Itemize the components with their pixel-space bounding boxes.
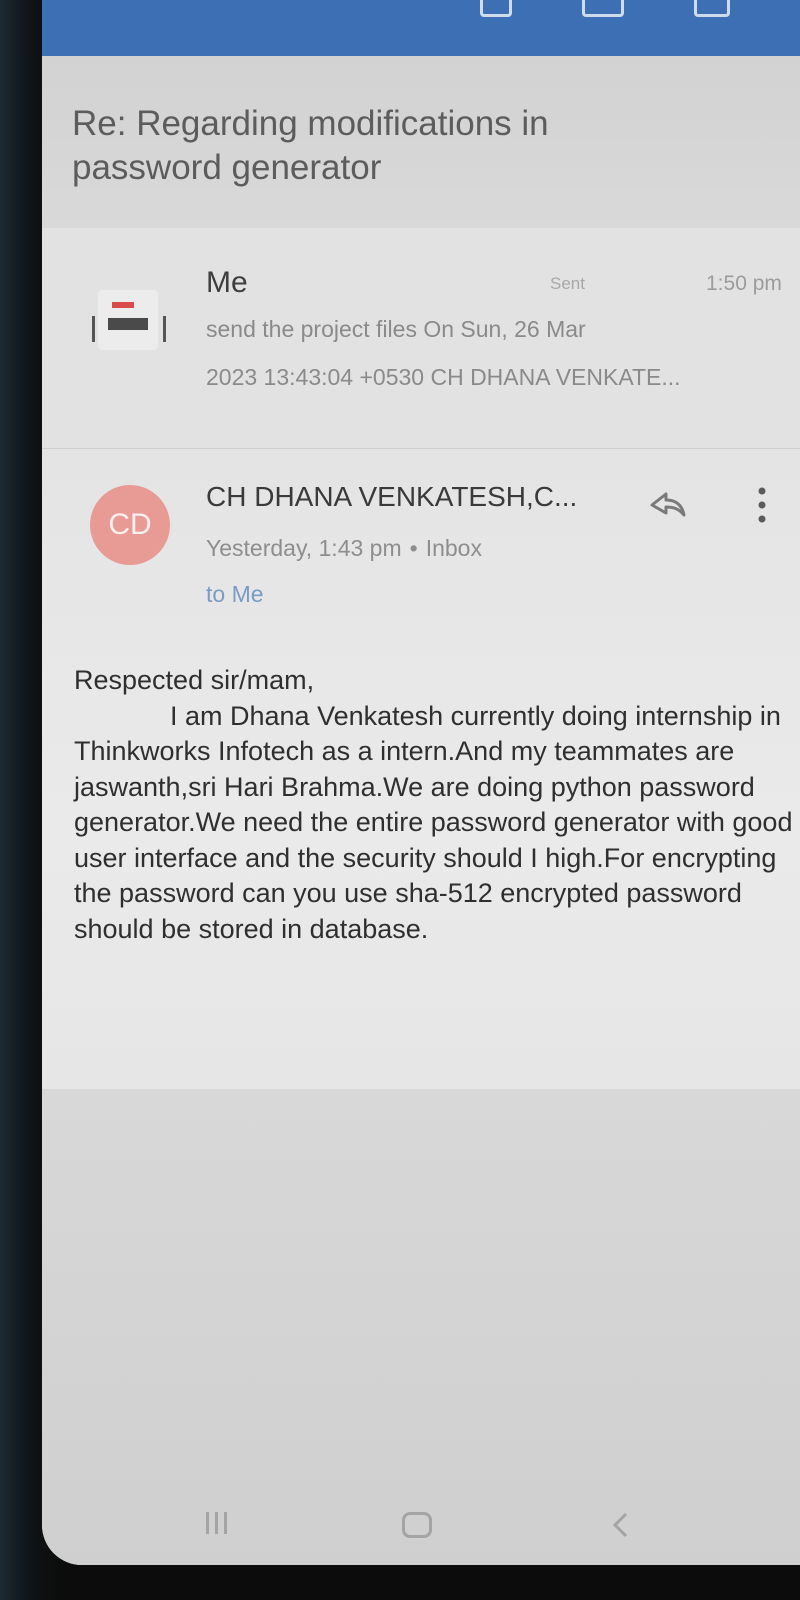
sent-label: Sent [550, 274, 585, 293]
avatar[interactable]: CD [90, 485, 170, 565]
archive-icon[interactable] [480, 0, 512, 17]
delete-icon[interactable] [694, 0, 730, 17]
preview-line-1: send the project files On Sun, 26 Mar [206, 316, 586, 342]
more-vert-icon[interactable] [752, 485, 772, 525]
document-icon [92, 290, 166, 350]
meta-separator: • [409, 535, 418, 561]
open-message: CD CH DHANA VENKATESH,C... Yesterday, 1:… [42, 449, 800, 1089]
collapsed-message[interactable]: Me Sent 1:50 pm send the project files O… [42, 228, 800, 449]
system-nav-bar [42, 1500, 800, 1565]
collapsed-time: 1:50 pm [706, 272, 782, 295]
phone-frame: Re: Regarding modifications in password … [0, 0, 800, 1600]
collapsed-sender: Me [206, 266, 248, 299]
mail-icon[interactable] [582, 0, 624, 17]
email-subject: Re: Regarding modifications in password … [72, 104, 549, 187]
email-screen: Re: Regarding modifications in password … [42, 0, 800, 1565]
sender-name[interactable]: CH DHANA VENKATESH,C... [206, 481, 577, 513]
reply-icon[interactable] [648, 485, 688, 525]
recents-icon[interactable] [206, 1512, 236, 1536]
greeting: Respected sir/mam, [74, 665, 315, 695]
body-paragraph: I am Dhana Venkatesh currently doing int… [74, 700, 793, 944]
empty-area [42, 1089, 800, 1565]
home-icon[interactable] [402, 1512, 432, 1538]
message-meta: Yesterday, 1:43 pm • Inbox [206, 535, 482, 562]
back-icon[interactable] [608, 1510, 634, 1540]
preview-line-2: 2023 13:43:04 +0530 CH DHANA VENKATE... [206, 364, 681, 390]
folder-label: Inbox [425, 535, 482, 561]
message-body: Respected sir/mam, I am Dhana Venkatesh … [74, 663, 794, 947]
top-app-bar [42, 0, 800, 56]
recipient-details[interactable]: to Me [206, 581, 264, 608]
message-date: Yesterday, 1:43 pm [206, 535, 402, 561]
subject-header: Re: Regarding modifications in password … [42, 56, 800, 228]
